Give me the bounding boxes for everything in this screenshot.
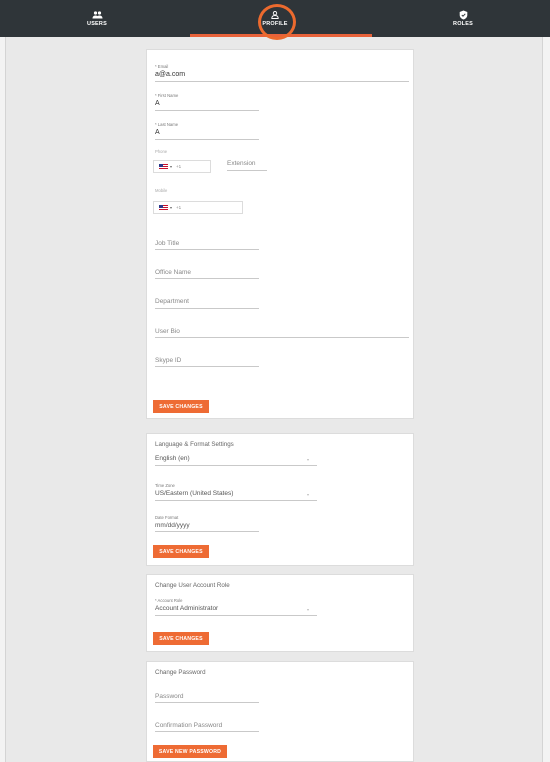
language-format-heading: Language & Format Settings bbox=[155, 441, 234, 448]
confirmation-password-field[interactable]: Confirmation Password bbox=[155, 722, 222, 729]
first-name-field[interactable]: A bbox=[155, 100, 160, 107]
time-zone-underline bbox=[155, 500, 317, 501]
us-flag-icon bbox=[159, 205, 168, 210]
account-role-underline bbox=[155, 615, 317, 616]
shield-icon bbox=[457, 10, 469, 20]
last-name-field[interactable]: A bbox=[155, 129, 160, 136]
account-role-select[interactable]: Account Administrator bbox=[155, 605, 218, 612]
department-field[interactable]: Department bbox=[155, 298, 189, 305]
time-zone-label: Time Zone bbox=[155, 483, 175, 488]
tab-roles-label: ROLES bbox=[453, 21, 473, 27]
email-field[interactable]: a@a.com bbox=[155, 71, 185, 78]
chevron-down-icon[interactable]: ▾ bbox=[307, 492, 309, 497]
email-label: * Email bbox=[155, 64, 169, 69]
tab-roles[interactable]: ROLES bbox=[428, 0, 498, 37]
left-panel-edge bbox=[0, 37, 6, 762]
tab-users[interactable]: USERS bbox=[62, 0, 132, 37]
chevron-down-icon[interactable]: ▾ bbox=[307, 607, 309, 612]
change-password-heading: Change Password bbox=[155, 669, 206, 676]
profile-card: * Email a@a.com * First Name A * Last Na… bbox=[146, 49, 414, 419]
department-underline bbox=[155, 308, 259, 309]
save-new-password-button[interactable]: SAVE NEW PASSWORD bbox=[153, 745, 227, 758]
mobile-input[interactable]: ▾ +1 bbox=[153, 201, 243, 214]
email-underline bbox=[155, 81, 409, 82]
first-name-label: * First Name bbox=[155, 93, 179, 98]
chevron-down-icon[interactable]: ▾ bbox=[170, 205, 172, 210]
password-underline bbox=[155, 702, 259, 703]
last-name-label: * Last Name bbox=[155, 122, 179, 127]
save-profile-button[interactable]: SAVE CHANGES bbox=[153, 400, 209, 413]
extension-underline bbox=[227, 170, 267, 171]
account-role-label: * Account Role bbox=[155, 598, 183, 603]
confirmation-password-underline bbox=[155, 731, 259, 732]
phone-label: Phone bbox=[155, 149, 168, 154]
language-format-card: Language & Format Settings English (en) … bbox=[146, 433, 414, 566]
phone-country-code: +1 bbox=[176, 164, 182, 169]
chevron-down-icon[interactable]: ▾ bbox=[170, 164, 172, 169]
language-select[interactable]: English (en) bbox=[155, 455, 190, 462]
change-password-card: Change Password Password Confirmation Pa… bbox=[146, 661, 414, 762]
user-bio-field[interactable]: User Bio bbox=[155, 328, 180, 335]
save-role-button[interactable]: SAVE CHANGES bbox=[153, 632, 209, 645]
time-zone-select[interactable]: US/Eastern (United States) bbox=[155, 490, 233, 497]
last-name-underline bbox=[155, 139, 259, 140]
us-flag-icon bbox=[159, 164, 168, 169]
language-underline bbox=[155, 465, 317, 466]
office-name-field[interactable]: Office Name bbox=[155, 269, 191, 276]
skype-id-field[interactable]: Skype ID bbox=[155, 357, 181, 364]
mobile-country-code: +1 bbox=[176, 205, 182, 210]
first-name-underline bbox=[155, 110, 259, 111]
users-icon bbox=[91, 10, 103, 20]
date-format-label: Date Format bbox=[155, 515, 179, 520]
job-title-underline bbox=[155, 249, 259, 250]
chevron-down-icon[interactable]: ▾ bbox=[307, 457, 309, 462]
user-bio-underline bbox=[155, 337, 409, 338]
skype-id-underline bbox=[155, 366, 259, 367]
date-format-field[interactable]: mm/dd/yyyy bbox=[155, 522, 190, 529]
tab-users-label: USERS bbox=[87, 21, 107, 27]
save-language-button[interactable]: SAVE CHANGES bbox=[153, 545, 209, 558]
account-role-heading: Change User Account Role bbox=[155, 582, 230, 589]
right-panel-edge bbox=[542, 37, 550, 762]
highlight-circle-annotation bbox=[258, 4, 296, 40]
phone-input[interactable]: ▾ +1 bbox=[153, 160, 211, 173]
job-title-field[interactable]: Job Title bbox=[155, 240, 179, 247]
date-format-underline bbox=[155, 531, 259, 532]
office-name-underline bbox=[155, 278, 259, 279]
password-field[interactable]: Password bbox=[155, 693, 184, 700]
account-role-card: Change User Account Role * Account Role … bbox=[146, 574, 414, 652]
mobile-label: Mobile bbox=[155, 188, 168, 193]
extension-field[interactable]: Extension bbox=[227, 160, 256, 167]
